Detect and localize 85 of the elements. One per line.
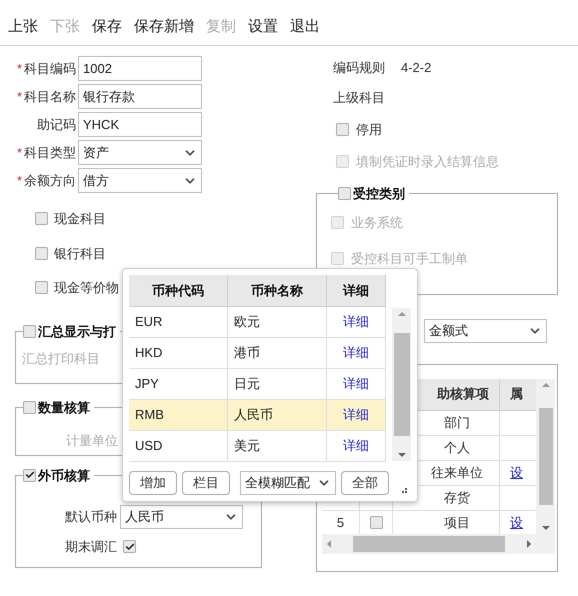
checkbox-label: 银行科目	[54, 244, 106, 262]
checkbox-label: 现金科目	[54, 210, 106, 228]
checkbox[interactable]	[331, 252, 344, 265]
toolbar-button[interactable]: 保存新增	[134, 16, 194, 39]
required-mark: *	[16, 144, 22, 162]
field-label: 余额方向	[24, 172, 76, 190]
checkbox[interactable]	[23, 468, 36, 482]
required-mark: *	[16, 60, 22, 78]
checkbox[interactable]	[35, 281, 48, 294]
detail-link[interactable]: 详细	[343, 374, 369, 394]
detail-link[interactable]: 详细	[343, 312, 369, 332]
checkbox[interactable]	[338, 186, 351, 200]
field-label: 科目类型	[24, 144, 76, 162]
toolbar-button[interactable]: 上张	[8, 16, 38, 39]
popup-button[interactable]: 增加	[129, 471, 177, 495]
dropdown[interactable]: 全模糊匹配	[240, 471, 336, 495]
column-header: 助核算项	[437, 385, 489, 404]
field-label: 期末调汇	[65, 538, 117, 556]
table-cell-text: 项目	[444, 514, 470, 532]
field-label: 助记码	[37, 116, 76, 134]
toolbar-button[interactable]: 设置	[248, 16, 278, 39]
table-cell[interactable]: 美元	[228, 431, 327, 462]
field-label: 科目名称	[24, 88, 76, 106]
column-header: 详细	[343, 282, 369, 300]
table-cell-text: 存货	[444, 488, 470, 507]
dropdown[interactable]: 金额式	[424, 318, 547, 342]
table-cell[interactable]: HKD	[129, 338, 228, 369]
table-cell[interactable]: EUR	[129, 307, 228, 338]
field-label: 默认币种	[65, 508, 117, 526]
table-cell[interactable]: RMB	[129, 400, 228, 431]
table-cell[interactable]: JPY	[129, 369, 228, 400]
table-cell[interactable]: 港币	[228, 338, 327, 369]
checkbox-label: 停用	[356, 120, 382, 138]
checkbox[interactable]	[23, 324, 36, 338]
section-title: 数量核算	[38, 398, 90, 416]
section-title: 外币核算	[38, 466, 90, 484]
field-label: 上级科目	[333, 88, 385, 106]
required-mark: *	[16, 88, 22, 106]
row-number: 5	[336, 514, 344, 532]
field-label: 汇总打印科目	[22, 351, 100, 366]
vertical-scrollbar[interactable]	[392, 308, 411, 461]
input-field[interactable]: 银行存款	[78, 84, 202, 109]
input-field[interactable]: 1002	[78, 56, 202, 81]
column-header: 属	[510, 385, 523, 404]
checkbox[interactable]	[336, 122, 349, 136]
coding-rule-value: 4-2-2	[401, 59, 432, 77]
checkbox[interactable]	[331, 216, 344, 230]
table-cell[interactable]: 人民币	[228, 400, 327, 431]
resize-grip-icon[interactable]	[402, 488, 407, 492]
dropdown[interactable]: 人民币	[120, 505, 243, 529]
checkbox[interactable]	[35, 246, 48, 260]
checkbox[interactable]	[23, 400, 36, 414]
popup-button[interactable]: 全部	[341, 471, 389, 495]
section-title: 受控类别	[353, 184, 405, 202]
checkbox[interactable]	[35, 212, 48, 226]
settings-link[interactable]: 设	[510, 512, 523, 532]
detail-link[interactable]: 详细	[343, 343, 369, 363]
settings-link[interactable]: 设	[510, 462, 523, 482]
field-label: 科目编码	[24, 60, 76, 78]
field-label: 计量单位	[66, 433, 118, 448]
toolbar-button[interactable]: 退出	[290, 16, 320, 39]
table-cell[interactable]: USD	[129, 431, 228, 462]
checkbox-label: 填制凭证时录入结算信息	[356, 153, 499, 171]
dropdown[interactable]: 借方	[78, 168, 202, 193]
dropdown[interactable]: 资产	[78, 140, 202, 165]
column-header: 币种名称	[251, 282, 303, 300]
field-label: 编码规则	[333, 59, 385, 77]
table-cell-text: 部门	[444, 414, 470, 432]
table-cell[interactable]: 日元	[228, 369, 327, 400]
checkbox[interactable]	[123, 540, 136, 554]
required-mark: *	[16, 172, 22, 190]
checkbox-label: 现金等价物	[54, 279, 119, 297]
toolbar-button[interactable]: 保存	[92, 16, 122, 39]
table-cell-text: 个人	[444, 438, 470, 457]
checkbox-label: 受控科目可手工制单	[351, 250, 468, 268]
detail-link[interactable]: 详细	[343, 436, 369, 456]
horizontal-scrollbar[interactable]	[322, 534, 536, 554]
column-header: 币种代码	[152, 282, 204, 300]
section-title: 汇总显示与打	[38, 322, 116, 340]
table-cell[interactable]: 欧元	[228, 307, 327, 338]
input-field[interactable]: YHCK	[78, 112, 202, 137]
checkbox[interactable]	[370, 516, 382, 529]
popup-button[interactable]: 栏目	[182, 471, 230, 495]
checkbox-label: 业务系统	[351, 214, 403, 232]
table-cell-text: 往来单位	[431, 464, 483, 482]
